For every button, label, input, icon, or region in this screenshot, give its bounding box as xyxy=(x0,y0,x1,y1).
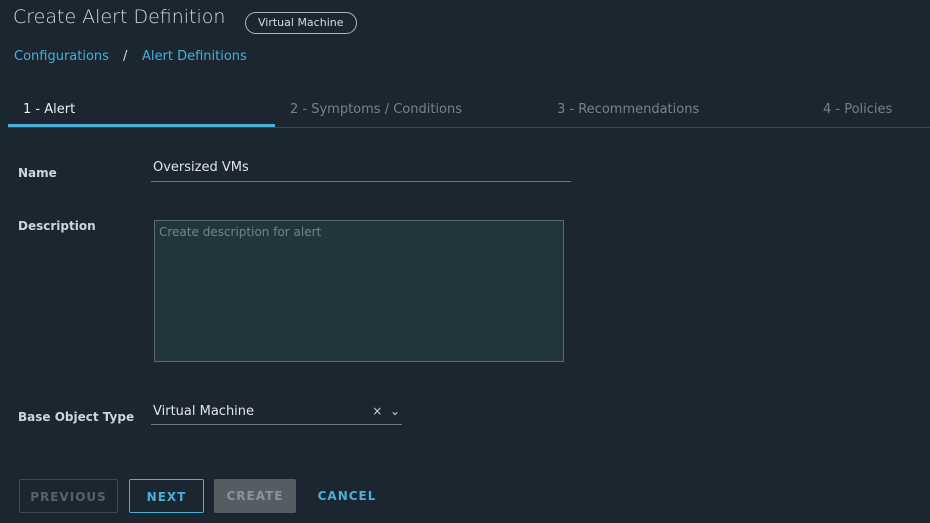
chevron-down-icon[interactable]: ⌄ xyxy=(390,404,400,418)
next-button[interactable]: NEXT xyxy=(129,479,204,513)
object-type-badge: Virtual Machine xyxy=(245,12,357,34)
breadcrumb-separator: / xyxy=(123,49,128,64)
page-title: Create Alert Definition xyxy=(13,6,226,28)
cancel-button[interactable]: CANCEL xyxy=(307,479,387,513)
active-tab-indicator xyxy=(8,124,275,127)
description-label: Description xyxy=(18,219,96,233)
tab-recommendations[interactable]: 3 - Recommendations xyxy=(557,102,699,117)
base-object-type-value: Virtual Machine xyxy=(153,404,255,419)
base-object-type-select[interactable]: Virtual Machine × ⌄ xyxy=(151,404,402,425)
clear-icon[interactable]: × xyxy=(372,404,382,418)
create-button[interactable]: CREATE xyxy=(214,479,296,513)
base-object-type-label: Base Object Type xyxy=(18,410,135,424)
name-label: Name xyxy=(18,166,57,180)
description-textarea[interactable]: Create description for alert xyxy=(154,220,564,362)
tab-alert[interactable]: 1 - Alert xyxy=(23,102,75,117)
name-input[interactable]: Oversized VMs xyxy=(151,160,571,182)
breadcrumb-configurations[interactable]: Configurations xyxy=(14,49,109,64)
previous-button[interactable]: PREVIOUS xyxy=(19,479,118,513)
tab-symptoms[interactable]: 2 - Symptoms / Conditions xyxy=(290,102,462,117)
tab-policies[interactable]: 4 - Policies xyxy=(823,102,892,117)
breadcrumb-alert-definitions[interactable]: Alert Definitions xyxy=(142,49,247,64)
